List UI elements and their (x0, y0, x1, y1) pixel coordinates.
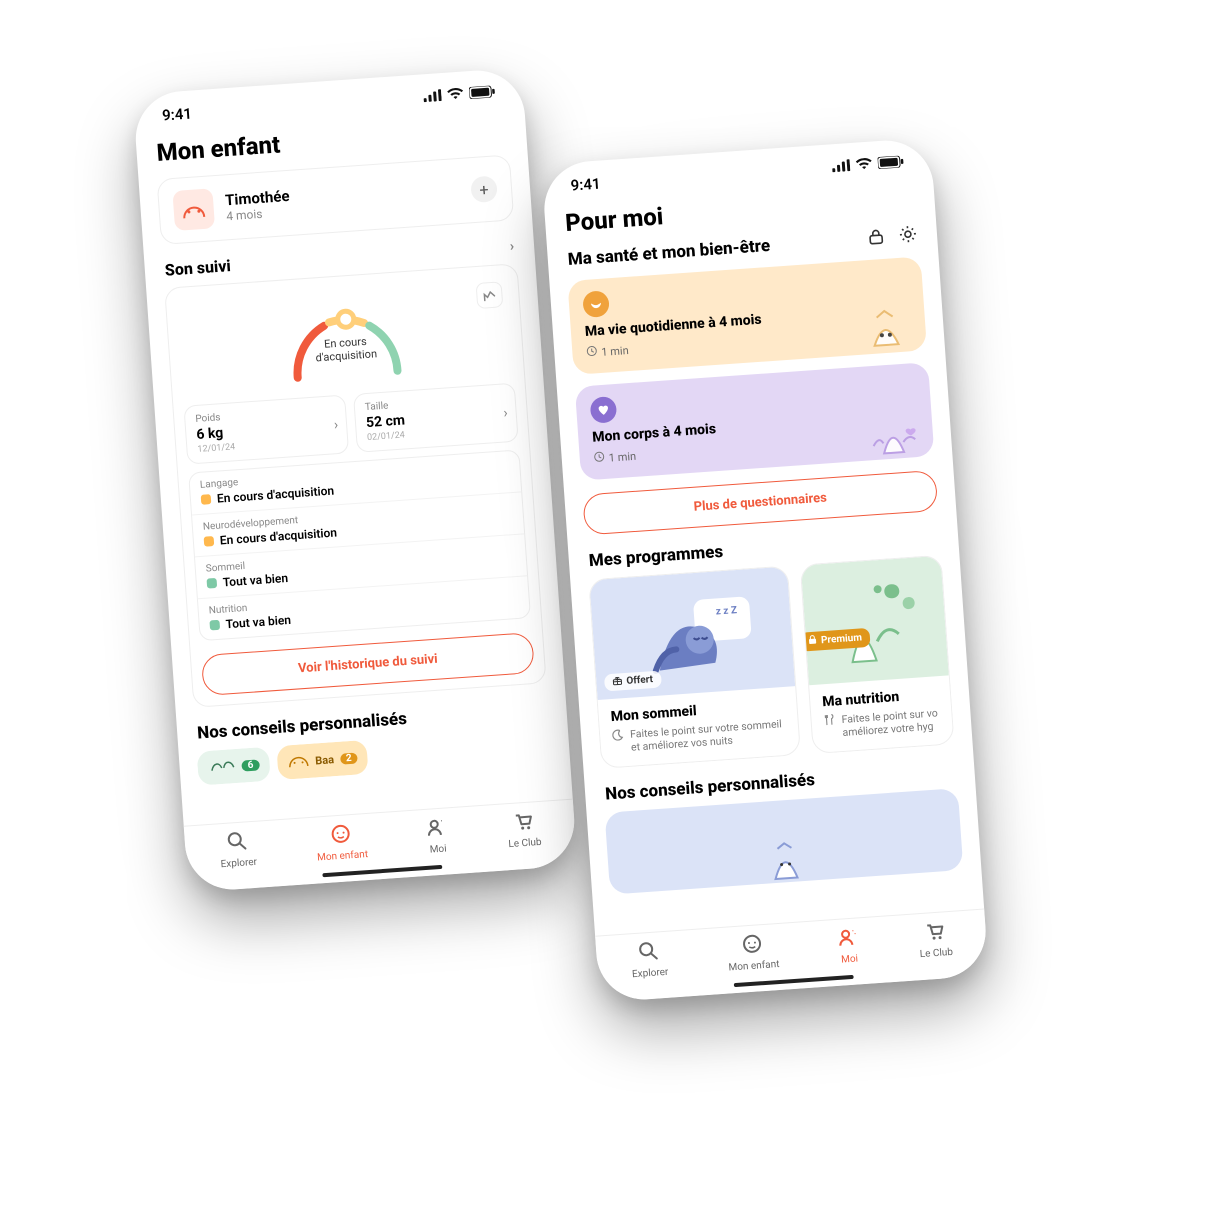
conseil-card[interactable] (605, 788, 964, 894)
programs-row: z z Z Offert (588, 555, 954, 769)
status-icons (831, 153, 904, 176)
baby-icon (330, 823, 352, 848)
metric-taille[interactable]: Taille 52 cm 02/01/24 › (353, 383, 519, 453)
phone-right: 9:41 Pour moi Ma santé et mon bien-être (541, 137, 989, 1002)
cart-icon (513, 810, 535, 835)
more-questionnaires-button[interactable]: Plus de questionnaires (582, 470, 938, 536)
baby-icon (742, 933, 764, 958)
signal-icon (831, 157, 850, 176)
status-time: 9:41 (161, 105, 192, 125)
gauge-wrap: En cours d'acquisition (176, 275, 514, 400)
lotus-icon (582, 290, 610, 318)
tab-mon-enfant[interactable]: Mon enfant (726, 932, 780, 973)
status-list: Langage En cours d'acquisition Neurodéve… (188, 449, 531, 641)
wifi-icon (855, 156, 872, 175)
search-icon (227, 830, 249, 855)
metric-poids[interactable]: Poids 6 kg 12/01/24 › (183, 394, 349, 464)
tab-explorer[interactable]: Explorer (630, 940, 669, 980)
lock-icon[interactable] (866, 227, 885, 250)
child-age: 4 mois (226, 205, 291, 223)
child-card[interactable]: Timothée 4 mois + (157, 154, 515, 245)
child-avatar (172, 188, 215, 231)
section-health: Ma santé et mon bien-être (567, 236, 771, 270)
program-card-sommeil[interactable]: z z Z Offert (588, 565, 801, 768)
status-warn-icon (201, 494, 212, 505)
program-desc: Faites le point sur vo améliorez votre h… (823, 706, 941, 740)
wifi-icon (447, 86, 464, 105)
status-warn-icon (204, 536, 215, 547)
cart-icon (924, 920, 946, 945)
tab-le-club[interactable]: Le Club (506, 810, 542, 850)
program-illus: Premium (801, 556, 949, 685)
history-button[interactable]: Voir l'historique du suivi (201, 632, 535, 696)
tab-moi[interactable]: Moi (426, 816, 449, 855)
conseil-chip-1[interactable]: 6 (197, 747, 271, 786)
tab-bar: Explorer Mon enfant Moi Le Club (184, 799, 578, 893)
chevron-right-icon: › (333, 417, 338, 433)
gear-icon[interactable] (898, 225, 917, 248)
chip-badge: 6 (241, 759, 259, 771)
clock-icon (593, 451, 605, 466)
status-icons (423, 83, 496, 106)
leaf-icon (207, 757, 236, 778)
questionnaire-card-2[interactable]: Mon corps à 4 mois 1 min (575, 362, 935, 480)
chevron-right-icon: › (509, 238, 514, 254)
tab-bar: Explorer Mon enfant Moi Le Club (595, 909, 989, 1003)
tab-mon-enfant[interactable]: Mon enfant (315, 822, 369, 863)
lock-icon (808, 635, 818, 649)
program-card-nutrition[interactable]: Premium Ma nutrition Faites le point sur… (800, 555, 955, 754)
gauge-label: En cours d'acquisition (314, 334, 377, 365)
status-ok-icon (207, 578, 218, 589)
search-icon (638, 940, 660, 965)
person-sparkle-icon (426, 816, 448, 841)
add-child-button[interactable]: + (470, 175, 498, 203)
chart-expand-button[interactable] (476, 281, 504, 309)
conseil-chip-2[interactable]: Baa 2 (276, 740, 369, 780)
suivi-card: En cours d'acquisition Poids 6 kg 12/01/… (164, 263, 547, 708)
battery-icon (469, 83, 496, 103)
fork-knife-icon (823, 713, 837, 740)
program-illus: z z Z Offert (589, 566, 795, 700)
moon-icon (612, 728, 626, 755)
tab-moi[interactable]: Moi (837, 926, 860, 965)
tab-le-club[interactable]: Le Club (918, 920, 954, 960)
person-sparkle-icon (837, 926, 859, 951)
clock-icon (586, 345, 598, 360)
status-time: 9:41 (570, 175, 601, 195)
battery-icon (877, 153, 904, 173)
svg-text:z z Z: z z Z (715, 605, 737, 617)
chip-text: Baa (315, 753, 335, 767)
heart-icon (590, 396, 618, 424)
tab-explorer[interactable]: Explorer (218, 830, 257, 870)
character-icon (859, 399, 927, 467)
questionnaire-card-1[interactable]: Ma vie quotidienne à 4 mois 1 min (567, 256, 927, 374)
baby-face-icon (287, 751, 310, 771)
character-icon (756, 826, 814, 884)
status-ok-icon (209, 620, 220, 631)
phone-left: 9:41 Mon enfant (133, 67, 578, 892)
chip-badge: 2 (340, 752, 358, 764)
chevron-right-icon: › (503, 405, 508, 421)
character-icon (851, 293, 919, 361)
signal-icon (423, 87, 442, 106)
gift-icon (612, 675, 623, 689)
suivi-header: Son suivi (164, 256, 231, 280)
